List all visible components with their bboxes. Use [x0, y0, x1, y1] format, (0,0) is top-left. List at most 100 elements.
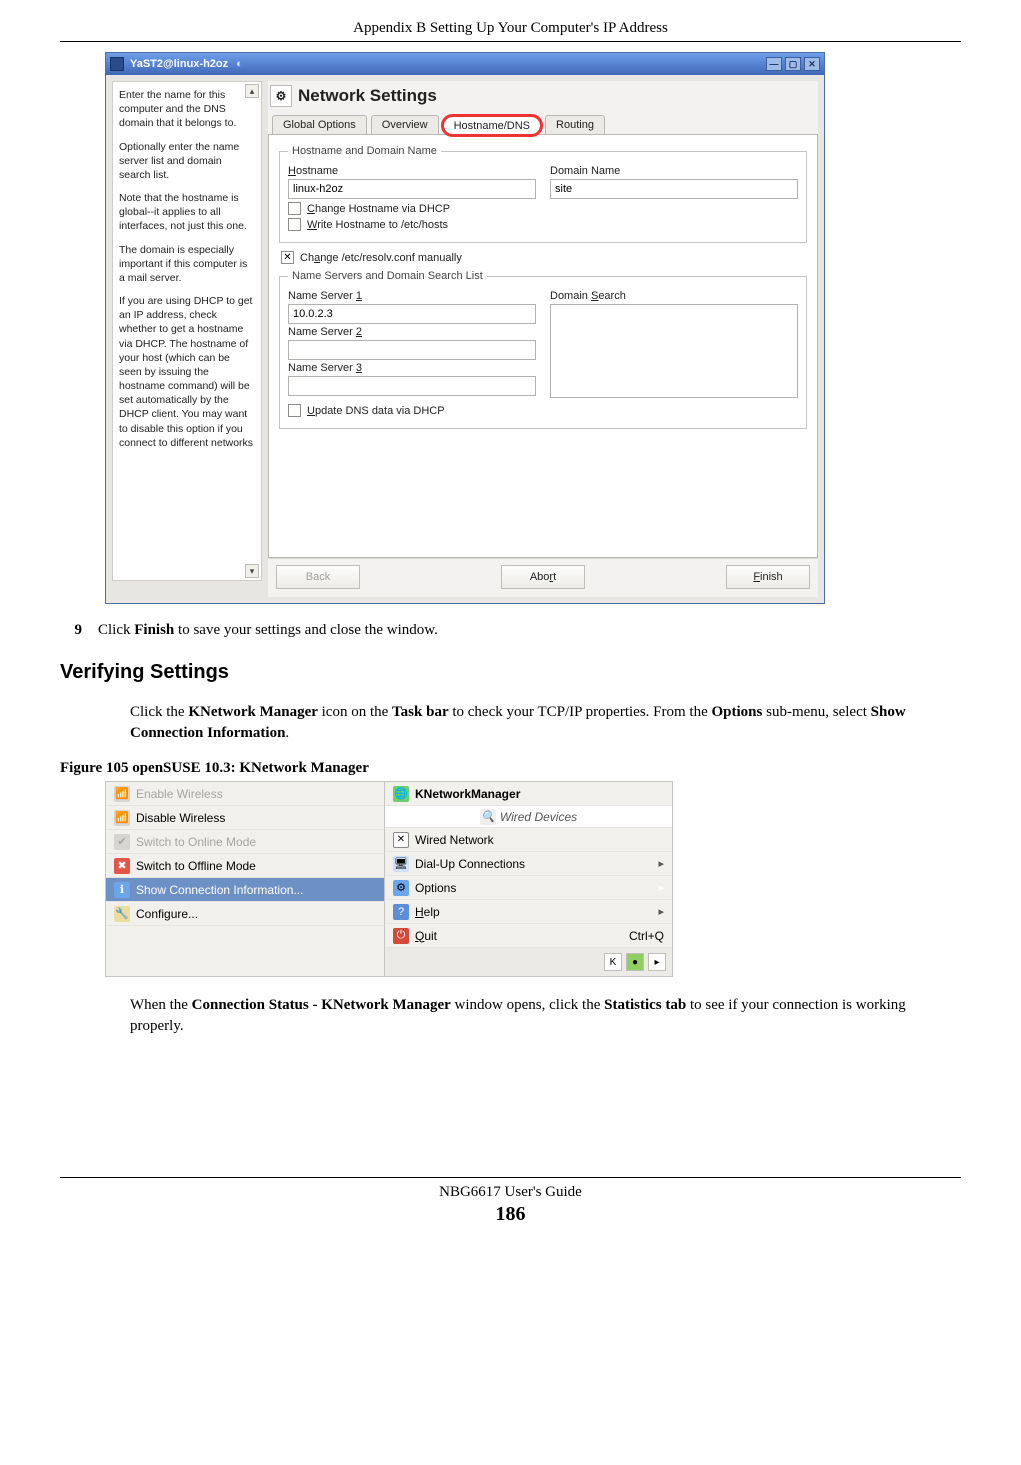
show-connection-info-item[interactable]: ℹ Show Connection Information... — [106, 878, 384, 902]
nameservers-group: Name Servers and Domain Search List Name… — [279, 270, 807, 429]
help-p4: The domain is especially important if th… — [119, 243, 255, 286]
write-hostname-checkbox[interactable] — [288, 218, 301, 231]
domain-search-label: Domain Search — [550, 290, 798, 302]
change-resolv-label: Change /etc/resolv.conf manually — [300, 252, 462, 264]
figure-105-caption: Figure 105 openSUSE 10.3: KNetwork Manag… — [60, 760, 961, 777]
change-resolv-checkbox[interactable] — [281, 251, 294, 264]
back-button: Back — [276, 565, 360, 589]
yast-window: YaST2@linux-h2oz ◐ — ▢ ✕ ▴ Enter the nam… — [105, 52, 825, 604]
tray-icon-net[interactable]: ● — [626, 953, 644, 971]
submenu-arrow-icon: ▸ — [658, 881, 664, 894]
abort-button[interactable]: Abort — [501, 565, 585, 589]
shade-icon: ◐ — [236, 58, 243, 70]
page-number: 186 — [60, 1203, 961, 1226]
knm-options-submenu: 📶 Enable Wireless 📶 Disable Wireless ✔ S… — [105, 781, 385, 977]
minimize-button[interactable]: — — [766, 57, 782, 71]
info-icon: ℹ — [114, 882, 130, 898]
update-dns-dhcp-label: Update DNS data via DHCP — [307, 405, 445, 417]
help-p5: If you are using DHCP to get an IP addre… — [119, 294, 255, 450]
tab-global-options[interactable]: Global Options — [272, 115, 367, 134]
tray-icon-k[interactable]: K — [604, 953, 622, 971]
step-9-number: 9 — [60, 622, 82, 639]
domain-input[interactable] — [550, 179, 798, 199]
ns2-label: Name Server 2 — [288, 326, 536, 338]
hostname-input[interactable] — [288, 179, 536, 199]
help-p2: Optionally enter the name server list an… — [119, 140, 255, 183]
update-dns-dhcp-checkbox[interactable] — [288, 404, 301, 417]
top-rule — [60, 41, 961, 42]
checked-icon: ✕ — [393, 832, 409, 848]
close-button[interactable]: ✕ — [804, 57, 820, 71]
app-icon — [110, 57, 124, 71]
panel-heading: ⚙ Network Settings — [268, 81, 818, 115]
network-icon: ⚙ — [270, 85, 292, 107]
step-9-text: Click Finish to save your settings and c… — [98, 622, 438, 639]
help-p1: Enter the name for this computer and the… — [119, 88, 255, 131]
tray-icon-arrow[interactable]: ▸ — [648, 953, 666, 971]
tab-routing[interactable]: Routing — [545, 115, 605, 134]
ns3-input[interactable] — [288, 376, 536, 396]
knetwork-manager-figure: 📶 Enable Wireless 📶 Disable Wireless ✔ S… — [105, 781, 675, 977]
help-panel: ▴ Enter the name for this computer and t… — [112, 81, 262, 581]
ns3-label: Name Server 3 — [288, 362, 536, 374]
switch-online-item: ✔ Switch to Online Mode — [106, 830, 384, 854]
maximize-button[interactable]: ▢ — [785, 57, 801, 71]
domain-label: Domain Name — [550, 165, 798, 177]
options-icon: ⚙ — [393, 880, 409, 896]
wrench-icon: 🔧 — [114, 906, 130, 922]
running-head: Appendix B Setting Up Your Computer's IP… — [60, 20, 961, 37]
ns1-input[interactable] — [288, 304, 536, 324]
finish-button[interactable]: Finish — [726, 565, 810, 589]
wireless-off-icon: 📶 — [114, 810, 130, 826]
verify-para: Click the KNetwork Manager icon on the T… — [130, 702, 961, 744]
quit-shortcut: Ctrl+Q — [629, 929, 664, 943]
change-hostname-dhcp-checkbox[interactable] — [288, 202, 301, 215]
footer-guide: NBG6617 User's Guide — [60, 1184, 961, 1201]
panel-title: Network Settings — [298, 86, 437, 106]
monitor-icon: 🖥 — [393, 856, 409, 872]
nameservers-group-legend: Name Servers and Domain Search List — [288, 270, 487, 282]
change-hostname-dhcp-label: Change Hostname via DHCP — [307, 203, 450, 215]
tab-overview[interactable]: Overview — [371, 115, 439, 134]
write-hostname-label: Write Hostname to /etc/hosts — [307, 219, 448, 231]
wired-network-item[interactable]: ✕ Wired Network — [385, 828, 672, 852]
switch-offline-item[interactable]: ✖ Switch to Offline Mode — [106, 854, 384, 878]
submenu-arrow-icon: ▸ — [658, 905, 664, 918]
submenu-arrow-icon: ▸ — [658, 857, 664, 870]
wired-devices-sub: 🔍 Wired Devices — [385, 806, 672, 828]
options-item[interactable]: ⚙ Options ▸ — [385, 876, 672, 900]
search-icon: 🔍 — [480, 809, 496, 825]
button-bar: Back Abort Finish — [268, 558, 818, 597]
ns1-label: Name Server 1 — [288, 290, 536, 302]
network-manager-icon: 🌐 — [393, 786, 409, 802]
titlebar[interactable]: YaST2@linux-h2oz ◐ — ▢ ✕ — [106, 53, 824, 75]
window-title: YaST2@linux-h2oz — [130, 58, 228, 70]
system-tray: K ● ▸ — [385, 948, 672, 976]
step-9: 9 Click Finish to save your settings and… — [60, 622, 961, 639]
hostname-group-legend: Hostname and Domain Name — [288, 145, 441, 157]
scroll-up-button[interactable]: ▴ — [245, 84, 259, 98]
configure-item[interactable]: 🔧 Configure... — [106, 902, 384, 926]
bottom-rule — [60, 1177, 961, 1178]
wireless-on-icon: 📶 — [114, 786, 130, 802]
offline-icon: ✖ — [114, 858, 130, 874]
help-p3: Note that the hostname is global--it app… — [119, 191, 255, 234]
page-footer: NBG6617 User's Guide 186 — [60, 1177, 961, 1226]
tab-panel: Hostname and Domain Name HHostnameostnam… — [268, 134, 818, 558]
tab-row: Global Options Overview Hostname/DNS Rou… — [268, 115, 818, 134]
disable-wireless-item[interactable]: 📶 Disable Wireless — [106, 806, 384, 830]
ns2-input[interactable] — [288, 340, 536, 360]
after-figure-para: When the Connection Status - KNetwork Ma… — [130, 995, 961, 1037]
domain-search-box[interactable] — [550, 304, 798, 398]
scroll-down-button[interactable]: ▾ — [245, 564, 259, 578]
knm-main-menu: 🌐 KNetworkManager 🔍 Wired Devices ✕ Wire… — [385, 781, 673, 977]
dialup-item[interactable]: 🖥 Dial-Up Connections ▸ — [385, 852, 672, 876]
power-icon: ⏻ — [393, 928, 409, 944]
help-icon: ? — [393, 904, 409, 920]
hostname-label: HHostnameostname — [288, 165, 536, 177]
help-item[interactable]: ? Help ▸ — [385, 900, 672, 924]
quit-item[interactable]: ⏻ Quit Ctrl+Q — [385, 924, 672, 948]
verifying-settings-heading: Verifying Settings — [60, 661, 961, 684]
hostname-group: Hostname and Domain Name HHostnameostnam… — [279, 145, 807, 243]
tab-hostname-dns[interactable]: Hostname/DNS — [443, 116, 541, 135]
